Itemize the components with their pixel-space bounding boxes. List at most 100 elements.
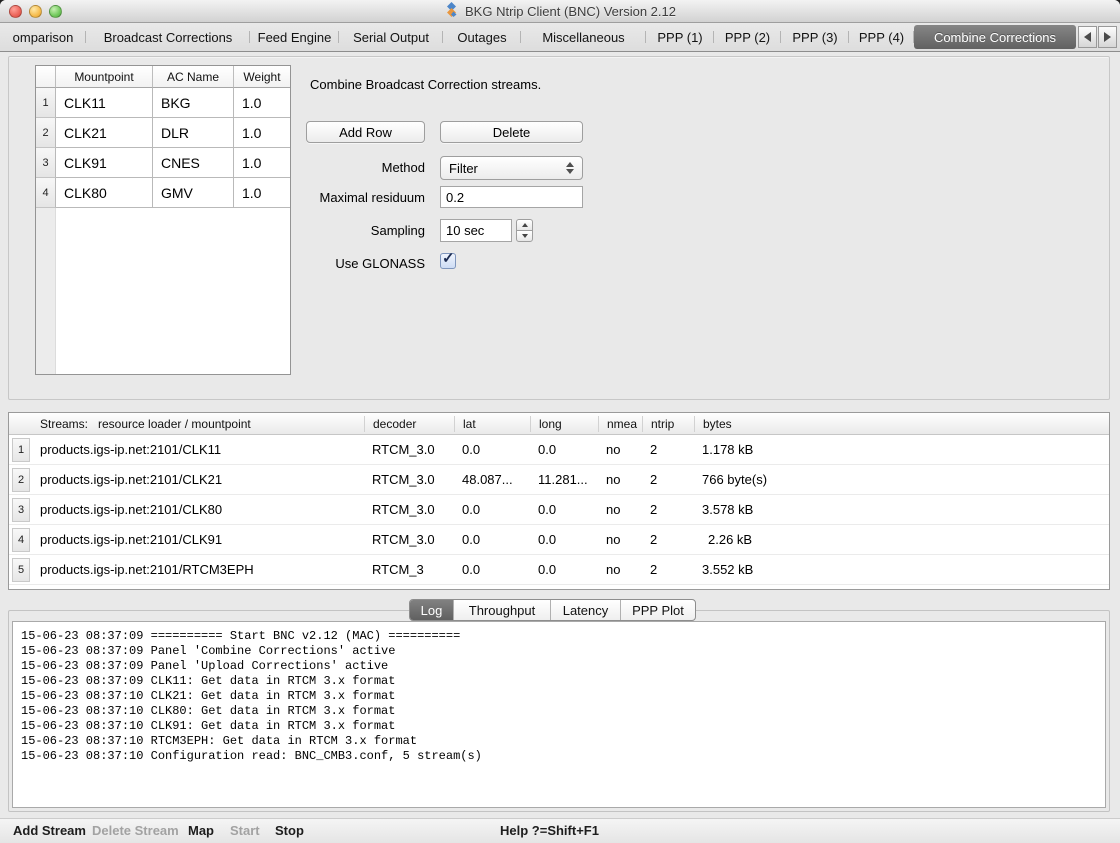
tab-broadcast-corrections[interactable]: Broadcast Corrections [86, 23, 250, 51]
stream-row[interactable]: 4 products.igs-ip.net:2101/CLK91 RTCM_3.… [9, 525, 1109, 555]
stream-mountpoint: products.igs-ip.net:2101/CLK21 [30, 472, 222, 487]
tab-outages[interactable]: Outages [443, 23, 521, 51]
stream-ntrip: 2 [642, 502, 694, 517]
stream-row[interactable]: 1 products.igs-ip.net:2101/CLK11 RTCM_3.… [9, 435, 1109, 465]
col-header-bytes: bytes [694, 416, 1109, 432]
col-header-long: long [530, 416, 598, 432]
col-header-ntrip: ntrip [642, 416, 694, 432]
window-title: BKG Ntrip Client (BNC) Version 2.12 [465, 4, 676, 19]
app-icon [444, 2, 459, 20]
row-number[interactable]: 2 [36, 118, 56, 148]
tab-ppp-4[interactable]: PPP (4) [849, 23, 914, 51]
stream-bytes: 2.26 kB [694, 532, 1109, 547]
cell-mountpoint[interactable]: CLK91 [56, 148, 153, 178]
table-row: 2 CLK21 DLR 1.0 [36, 118, 290, 148]
map-button[interactable]: Map [188, 823, 214, 838]
stream-long: 0.0 [530, 502, 598, 517]
cell-weight[interactable]: 1.0 [234, 88, 290, 118]
row-number[interactable]: 4 [36, 178, 56, 208]
tab-scroll-left-icon[interactable] [1078, 26, 1097, 48]
cell-mountpoint[interactable]: CLK21 [56, 118, 153, 148]
add-stream-button[interactable]: Add Stream [13, 823, 86, 838]
method-select[interactable]: Filter [440, 156, 583, 180]
stream-lat: 0.0 [454, 562, 530, 577]
stream-ntrip: 2 [642, 472, 694, 487]
cell-mountpoint[interactable]: CLK80 [56, 178, 153, 208]
stream-lat: 48.087... [454, 472, 530, 487]
row-number: 4 [12, 528, 30, 552]
stream-lat: 0.0 [454, 532, 530, 547]
tab-log[interactable]: Log [410, 600, 453, 620]
cell-ac-name[interactable]: CNES [153, 148, 234, 178]
stepper-down-icon[interactable] [516, 230, 533, 242]
stream-row[interactable]: 2 products.igs-ip.net:2101/CLK21 RTCM_3.… [9, 465, 1109, 495]
log-line: 15-06-23 08:37:09 CLK11: Get data in RTC… [21, 674, 1097, 689]
delete-button[interactable]: Delete [440, 121, 583, 143]
app-window: BKG Ntrip Client (BNC) Version 2.12 ompa… [0, 0, 1120, 843]
statusbar: Add Stream Delete Stream Map Start Stop … [0, 818, 1120, 843]
stream-decoder: RTCM_3.0 [364, 442, 454, 457]
stream-bytes: 766 byte(s) [694, 472, 1109, 487]
stream-decoder: RTCM_3 [364, 562, 454, 577]
stream-decoder: RTCM_3.0 [364, 502, 454, 517]
log-line: 15-06-23 08:37:10 CLK21: Get data in RTC… [21, 689, 1097, 704]
stream-nmea: no [598, 442, 642, 457]
tab-ppp-plot[interactable]: PPP Plot [620, 600, 695, 620]
zoom-icon[interactable] [49, 5, 62, 18]
stream-bytes: 1.178 kB [694, 442, 1109, 457]
delete-stream-button[interactable]: Delete Stream [92, 823, 179, 838]
use-glonass-checkbox[interactable]: ✓ [440, 253, 456, 269]
tab-scroll-right-icon[interactable] [1098, 26, 1117, 48]
stream-ntrip: 2 [642, 442, 694, 457]
cell-ac-name[interactable]: DLR [153, 118, 234, 148]
col-header-mountpoint: Mountpoint [56, 66, 153, 88]
cell-mountpoint[interactable]: CLK11 [56, 88, 153, 118]
row-number[interactable]: 1 [36, 88, 56, 118]
log-panel: 15-06-23 08:37:09 ========== Start BNC v… [8, 610, 1110, 812]
tab-miscellaneous[interactable]: Miscellaneous [521, 23, 646, 51]
stream-decoder: RTCM_3.0 [364, 472, 454, 487]
method-label: Method [235, 160, 425, 175]
tab-comparison[interactable]: omparison [0, 23, 86, 51]
stream-row[interactable]: 5 products.igs-ip.net:2101/RTCM3EPH RTCM… [9, 555, 1109, 585]
row-number[interactable]: 3 [36, 148, 56, 178]
log-line: 15-06-23 08:37:10 CLK91: Get data in RTC… [21, 719, 1097, 734]
tab-throughput[interactable]: Throughput [453, 600, 550, 620]
minimize-icon[interactable] [29, 5, 42, 18]
method-selected-value: Filter [449, 161, 478, 176]
mountpoint-table: Mountpoint AC Name Weight 1 CLK11 BKG 1.… [35, 65, 291, 375]
use-glonass-label: Use GLONASS [235, 256, 425, 271]
close-icon[interactable] [9, 5, 22, 18]
help-hint: Help ?=Shift+F1 [500, 823, 599, 838]
sampling-input[interactable] [440, 219, 512, 242]
col-header-ac-name: AC Name [153, 66, 234, 88]
tab-serial-output[interactable]: Serial Output [339, 23, 443, 51]
start-button[interactable]: Start [230, 823, 260, 838]
log-line: 15-06-23 08:37:09 ========== Start BNC v… [21, 629, 1097, 644]
tab-ppp-1[interactable]: PPP (1) [646, 23, 714, 51]
stepper-up-icon[interactable] [516, 219, 533, 230]
tab-combine-corrections[interactable]: Combine Corrections [914, 25, 1076, 49]
stream-row[interactable]: 3 products.igs-ip.net:2101/CLK80 RTCM_3.… [9, 495, 1109, 525]
cell-weight[interactable]: 1.0 [234, 118, 290, 148]
stream-ntrip: 2 [642, 562, 694, 577]
tab-ppp-3[interactable]: PPP (3) [781, 23, 849, 51]
tab-feed-engine[interactable]: Feed Engine [250, 23, 339, 51]
add-row-button[interactable]: Add Row [306, 121, 425, 143]
log-output[interactable]: 15-06-23 08:37:09 ========== Start BNC v… [12, 621, 1106, 808]
stream-ntrip: 2 [642, 532, 694, 547]
cell-ac-name[interactable]: GMV [153, 178, 234, 208]
combine-corrections-panel: Mountpoint AC Name Weight 1 CLK11 BKG 1.… [8, 56, 1110, 400]
tab-ppp-2[interactable]: PPP (2) [714, 23, 781, 51]
stream-long: 0.0 [530, 562, 598, 577]
maximal-residuum-input[interactable] [440, 186, 583, 208]
stop-button[interactable]: Stop [275, 823, 304, 838]
tab-latency[interactable]: Latency [550, 600, 620, 620]
stream-long: 11.281... [530, 472, 598, 487]
stream-mountpoint: products.igs-ip.net:2101/CLK91 [30, 532, 222, 547]
main-tabbar: omparison Broadcast Corrections Feed Eng… [0, 23, 1120, 52]
stream-nmea: no [598, 502, 642, 517]
table-row: 1 CLK11 BKG 1.0 [36, 88, 290, 118]
cell-ac-name[interactable]: BKG [153, 88, 234, 118]
col-header-decoder: decoder [364, 416, 454, 432]
